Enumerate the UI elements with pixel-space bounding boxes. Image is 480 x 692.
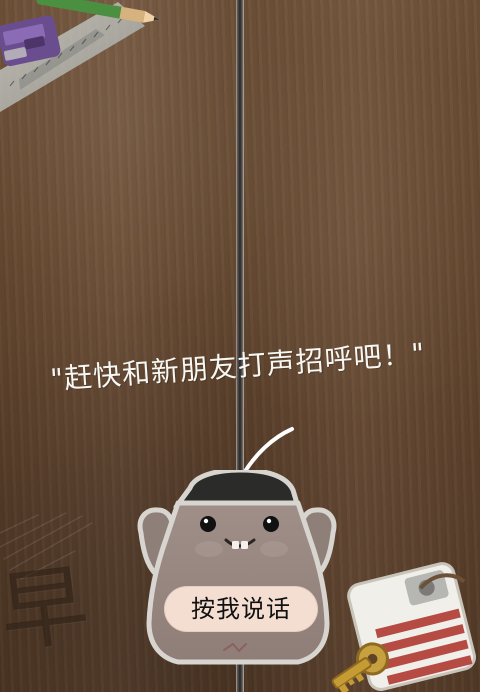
key-icon [331, 562, 476, 692]
press-to-talk-button[interactable]: 按我说话 [164, 586, 318, 632]
cup-mascot-icon [137, 470, 337, 665]
talk-screen: 早 "赶快和新朋友打声招呼吧！" 按我说话 [0, 0, 480, 692]
wood-stamp-character: 早 [0, 552, 95, 666]
stationery-icon [0, 0, 160, 112]
